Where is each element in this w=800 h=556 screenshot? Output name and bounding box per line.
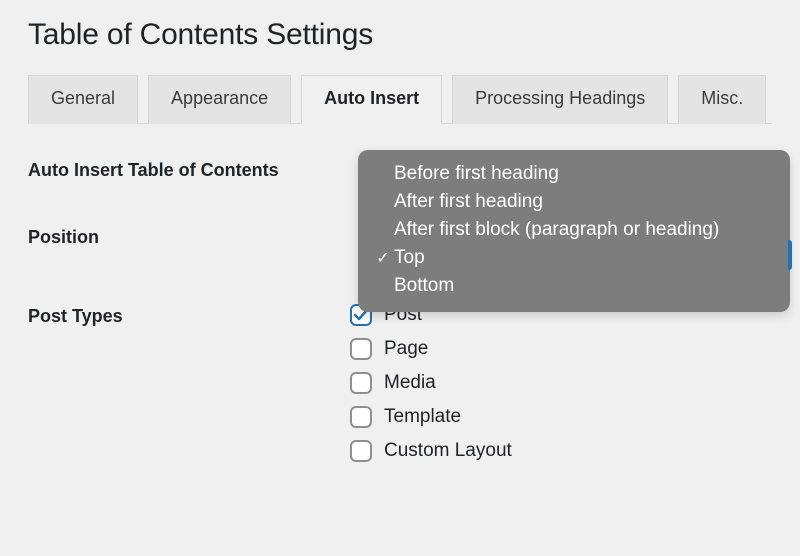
checkbox-template[interactable] xyxy=(350,406,372,428)
tab-general[interactable]: General xyxy=(28,75,138,124)
position-option[interactable]: Bottom xyxy=(358,272,790,300)
position-option[interactable]: Before first heading xyxy=(358,160,790,188)
post-types-label: Post Types xyxy=(28,304,340,327)
checkbox-label[interactable]: Page xyxy=(384,338,428,360)
page-title: Table of Contents Settings xyxy=(28,18,772,52)
position-option[interactable]: After first heading xyxy=(358,188,790,216)
option-label: After first heading xyxy=(394,191,543,213)
position-option[interactable]: After first block (paragraph or heading) xyxy=(358,216,790,244)
post-type-option: Template xyxy=(350,406,512,428)
auto-insert-label: Auto Insert Table of Contents xyxy=(28,158,340,181)
post-type-option: Page xyxy=(350,338,512,360)
option-label: Before first heading xyxy=(394,163,559,185)
tab-processing-headings[interactable]: Processing Headings xyxy=(452,75,668,124)
checkbox-page[interactable] xyxy=(350,338,372,360)
field-post-types-row: Post Types Post Page xyxy=(28,304,772,462)
tabs: General Appearance Auto Insert Processin… xyxy=(28,74,772,124)
post-type-option: Media xyxy=(350,372,512,394)
option-label: Bottom xyxy=(394,275,454,297)
checkbox-custom-layout[interactable] xyxy=(350,440,372,462)
position-option[interactable]: ✓ Top xyxy=(358,244,790,272)
tab-auto-insert[interactable]: Auto Insert xyxy=(301,75,442,124)
position-label: Position xyxy=(28,225,340,248)
position-select-dropdown[interactable]: Before first heading After first heading… xyxy=(358,150,790,312)
tab-appearance[interactable]: Appearance xyxy=(148,75,291,124)
checkbox-media[interactable] xyxy=(350,372,372,394)
post-type-option: Custom Layout xyxy=(350,440,512,462)
tab-misc[interactable]: Misc. xyxy=(678,75,766,124)
option-label: Top xyxy=(394,247,425,269)
checkbox-label[interactable]: Custom Layout xyxy=(384,440,512,462)
checkbox-label[interactable]: Media xyxy=(384,372,436,394)
check-icon: ✓ xyxy=(372,248,394,268)
checkbox-label[interactable]: Template xyxy=(384,406,461,428)
select-focus-edge xyxy=(788,240,792,270)
option-label: After first block (paragraph or heading) xyxy=(394,219,719,241)
